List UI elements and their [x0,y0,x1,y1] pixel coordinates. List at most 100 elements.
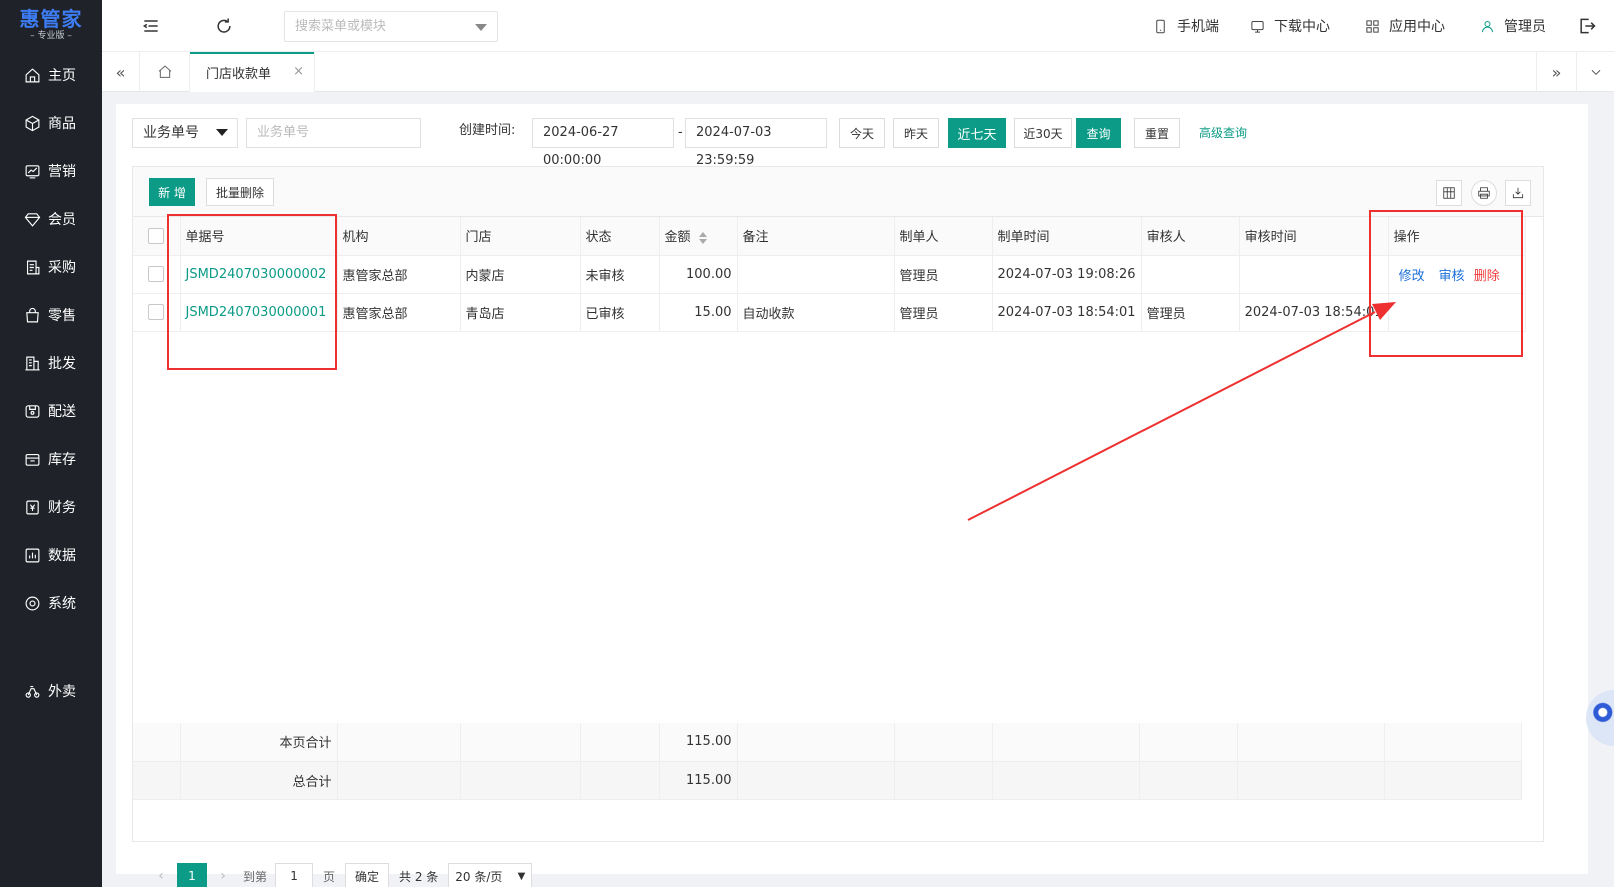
app-center-link[interactable]: 应用中心 [1365,0,1445,52]
sidebar-item-inventory[interactable]: 库存 [0,435,102,483]
date-separator: - [678,125,683,140]
brand-logo[interactable]: 惠管家 – 专业版 – [0,0,102,50]
sort-icon[interactable] [698,231,707,244]
table-row: JSMD2407030000001 惠管家总部 青岛店 已审核 15.00 自动… [133,293,1526,332]
cell-org: 惠管家总部 [337,255,461,294]
menu-search-input[interactable]: 搜索菜单或模块 [284,11,498,42]
sidebar-item-label: 批发 [48,356,76,372]
tabs-scroll-left-icon[interactable]: « [102,52,140,92]
grand-total-row: 总合计 115.00 [133,761,1522,800]
page-size-value: 20 条/页 [455,869,503,884]
sidebar-item-label: 外卖 [48,684,76,700]
columns-icon[interactable] [1436,180,1462,206]
logout-icon[interactable] [1577,16,1597,36]
sidebar-item-home[interactable]: 主页 [0,51,102,99]
sidebar-item-system[interactable]: 系统 [0,579,102,627]
search-field-select[interactable]: 业务单号 [132,118,238,148]
sidebar-item-marketing[interactable]: 营销 [0,147,102,195]
building-icon [25,356,40,370]
date-start-value: 2024-06-27 00:00:00 [543,125,619,168]
receipt-table-panel: 新 增 批量删除 单据号 机构 门店 状态 金额 备注 制单人 制单时间 审核人… [132,166,1544,887]
home-icon [158,65,171,78]
app-center-label: 应用中心 [1389,19,1445,35]
sidebar-item-label: 库存 [48,452,76,468]
grand-total-amount: 115.00 [659,761,738,800]
page-total-row: 本页合计 115.00 [133,723,1522,762]
page-size-select[interactable]: 20 条/页 ▼ [448,863,533,887]
goto-page-input[interactable]: 1 [275,863,314,887]
tab-store-receipt[interactable]: 门店收款单 × [190,52,315,92]
last-30-days-button[interactable]: 近30天 [1014,118,1072,148]
add-button[interactable]: 新 增 [149,178,195,206]
advanced-query-link[interactable]: 高级查询 [1199,118,1247,148]
goto-confirm-button[interactable]: 确定 [345,863,390,887]
next-page-icon[interactable]: › [211,868,235,884]
date-end-input[interactable]: 2024-07-03 23:59:59 [685,118,827,168]
receipt-table: 单据号 机构 门店 状态 金额 备注 制单人 制单时间 审核人 审核时间 操作 … [133,217,1526,332]
user-menu[interactable]: 管理员 [1480,0,1546,52]
menu-collapse-icon[interactable] [141,16,161,36]
sidebar-item-label: 系统 [48,596,76,612]
chart-icon [25,164,40,178]
tabs-menu-chevron-down-icon[interactable] [1576,52,1614,92]
cell-status: 未审核 [580,255,660,294]
cell-org: 惠管家总部 [337,293,461,332]
today-button[interactable]: 今天 [839,118,885,148]
mobile-label: 手机端 [1177,19,1219,35]
sidebar-item-label: 会员 [48,212,76,228]
sidebar-item-data[interactable]: 数据 [0,531,102,579]
col-amount[interactable]: 金额 [659,217,738,256]
doc-no-input[interactable]: 业务单号 [246,118,421,148]
sidebar-item-finance[interactable]: 财务 [0,483,102,531]
sidebar-item-member[interactable]: 会员 [0,195,102,243]
last-7-days-button[interactable]: 近七天 [948,118,1006,148]
download-center-label: 下载中心 [1274,19,1330,35]
mobile-link[interactable]: 手机端 [1153,0,1219,52]
cell-creator: 管理员 [894,255,993,294]
annotation-box-actions [1369,210,1523,357]
yesterday-button[interactable]: 昨天 [893,118,939,148]
sidebar-item-retail[interactable]: 零售 [0,291,102,339]
col-org: 机构 [337,217,461,256]
page-1-button[interactable]: 1 [177,863,207,887]
chevron-down-icon [216,129,228,136]
sidebar-item-wholesale[interactable]: 批发 [0,339,102,387]
cell-auditor: 管理员 [1141,293,1240,332]
chevron-down-icon [475,24,487,31]
sidebar-item-label: 商品 [48,116,76,132]
reset-button[interactable]: 重置 [1134,118,1180,148]
sidebar-item-delivery[interactable]: 配送 [0,387,102,435]
cell-amount: 100.00 [659,255,738,294]
close-icon[interactable]: × [293,64,304,79]
tab-label: 门店收款单 [206,66,272,82]
table-toolbar: 新 增 批量删除 [133,167,1543,217]
tab-home[interactable] [140,52,190,92]
prev-page-icon[interactable]: ‹ [149,868,173,884]
print-icon[interactable] [1471,180,1497,206]
batch-delete-button[interactable]: 批量删除 [206,178,274,206]
col-status: 状态 [580,217,660,256]
page-total-label: 本页合计 [180,723,338,762]
refresh-icon[interactable] [214,16,234,36]
col-created-at: 制单时间 [992,217,1142,256]
sidebar-item-goods[interactable]: 商品 [0,99,102,147]
cell-created-at: 2024-07-03 19:08:26 [992,255,1142,294]
cell-auditor [1141,255,1240,294]
query-button[interactable]: 查询 [1076,118,1121,148]
floating-assistant-icon[interactable] [1586,690,1614,746]
sidebar-item-label: 主页 [48,68,76,84]
sidebar: 惠管家 – 专业版 – 主页 商品 营销 会员 采购 零售 批发 配送 库存 财… [0,0,102,887]
col-amount-label: 金额 [664,230,691,246]
pagination: ‹ 1 › 到第 1 页 确定 共 2 条 20 条/页 ▼ [149,861,533,887]
export-icon[interactable] [1505,180,1531,206]
tabs-scroll-right-icon[interactable]: » [1536,52,1576,92]
page-unit-label: 页 [323,869,336,884]
sidebar-item-takeout[interactable]: 外卖 [0,667,102,715]
purchase-icon [26,260,40,274]
data-icon [25,548,40,562]
download-center-link[interactable]: 下载中心 [1250,0,1330,52]
brand-edition: – 专业版 – [30,31,72,41]
date-start-input[interactable]: 2024-06-27 00:00:00 [532,118,674,168]
date-end-value: 2024-07-03 23:59:59 [696,125,772,168]
sidebar-item-purchase[interactable]: 采购 [0,243,102,291]
